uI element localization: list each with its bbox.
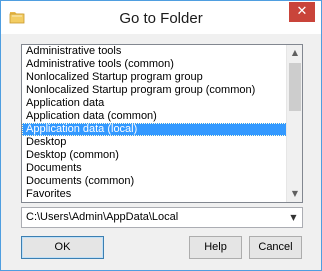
scroll-down-icon: ▼ [291, 189, 299, 198]
cancel-button[interactable]: Cancel [249, 236, 302, 259]
folder-list-item[interactable]: Application data (local) [22, 123, 287, 136]
folder-path-combobox[interactable]: C:\Users\Admin\AppData\Local ▼ [21, 207, 303, 228]
scroll-down-button[interactable]: ▼ [287, 186, 302, 202]
go-to-folder-dialog: Go to Folder ✕ Administrative tools Admin… [0, 0, 322, 271]
scroll-up-icon: ▲ [291, 48, 299, 57]
folder-list-items: Administrative tools Administrative tools… [22, 45, 287, 202]
help-button[interactable]: Help [189, 236, 242, 259]
scroll-up-button[interactable]: ▲ [287, 45, 302, 61]
folder-listbox[interactable]: Administrative tools Administrative tools… [21, 44, 303, 203]
folder-list-item[interactable]: Application data (common) [22, 110, 287, 123]
chevron-down-icon: ▼ [290, 213, 297, 222]
folder-list-item[interactable]: Administrative tools [22, 45, 287, 58]
folder-list-item[interactable]: Administrative tools (common) [22, 58, 287, 71]
folder-list-item[interactable]: Documents [22, 162, 287, 175]
ok-button[interactable]: OK [21, 236, 104, 259]
folder-list-item[interactable]: Desktop (common) [22, 149, 287, 162]
folder-list-item[interactable]: Desktop [22, 136, 287, 149]
dialog-title: Go to Folder [119, 10, 203, 27]
close-button[interactable]: ✕ [289, 2, 315, 22]
close-icon: ✕ [296, 4, 308, 19]
scroll-thumb[interactable] [289, 63, 301, 111]
vertical-scrollbar[interactable]: ▲ ▼ [286, 45, 302, 202]
dialog-body: Administrative tools Administrative tools… [1, 34, 321, 270]
folder-path-value: C:\Users\Admin\AppData\Local [26, 211, 179, 223]
dropdown-button[interactable]: ▼ [285, 208, 302, 227]
folder-list-item[interactable]: Favorites [22, 188, 287, 201]
title-bar[interactable]: Go to Folder ✕ [1, 1, 321, 34]
folder-list-item[interactable]: Nonlocalized Startup program group (comm… [22, 84, 287, 97]
folder-list-item[interactable]: Nonlocalized Startup program group [22, 71, 287, 84]
folder-list-item[interactable]: Application data [22, 97, 287, 110]
folder-list-item[interactable]: Documents (common) [22, 175, 287, 188]
